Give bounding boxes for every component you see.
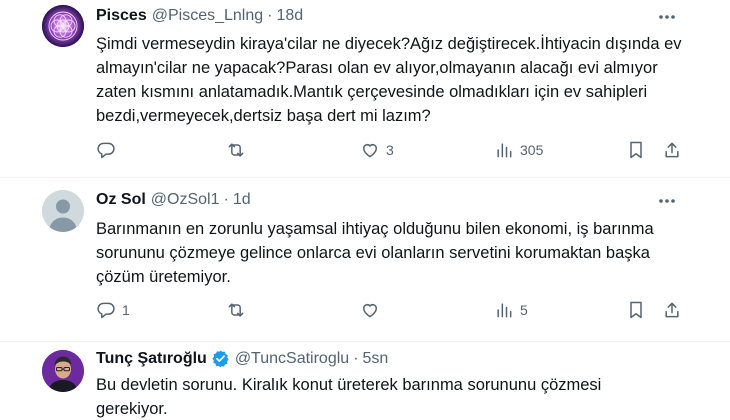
like-button[interactable]: 3 [360, 140, 394, 160]
portrait-avatar-icon [42, 350, 84, 392]
retweet-icon [228, 303, 244, 317]
retweet-button[interactable] [226, 140, 252, 160]
reply-button[interactable] [96, 140, 122, 160]
author-name[interactable]: Pisces [96, 7, 147, 25]
like-count: 3 [386, 142, 394, 158]
separator-dot: · [267, 7, 273, 24]
timestamp[interactable]: 18d [276, 7, 303, 25]
reply-button[interactable]: 1 [96, 300, 130, 320]
like-icon [363, 144, 377, 158]
reply-icon [97, 302, 115, 319]
mandala-avatar-icon [42, 5, 84, 47]
avatar[interactable] [42, 5, 84, 47]
verified-badge-icon [212, 350, 229, 368]
bookmark-button[interactable] [626, 300, 646, 320]
retweet-icon [228, 143, 244, 157]
tweet-text: Barınmanın en zorunlu yaşamsal ihtiyaç o… [96, 220, 654, 286]
share-icon [665, 302, 679, 318]
default-profile-icon [42, 190, 84, 232]
separator-dot: · [223, 191, 229, 208]
share-button[interactable] [662, 140, 682, 160]
like-icon [363, 304, 377, 318]
tweet-text: Bu devletin sorunu. Kiralık konut üreter… [96, 376, 602, 418]
view-count: 305 [520, 142, 544, 158]
action-bar: 3 305 [96, 140, 686, 162]
views-button[interactable]: 305 [494, 140, 543, 160]
bookmark-button[interactable] [626, 140, 646, 160]
timestamp[interactable]: 1d [233, 191, 251, 209]
timestamp[interactable]: 5sn [363, 350, 389, 368]
reply-icon [97, 142, 115, 159]
views-icon [497, 143, 512, 158]
tweet-text: Şimdi vermeseydin kiraya'cilar ne diyece… [96, 35, 682, 125]
avatar[interactable] [42, 350, 84, 392]
separator-dot: · [353, 349, 359, 367]
tweet-oz-sol[interactable]: Oz Sol @OzSol1 · 1d Barınmanın en zorunl… [0, 178, 730, 341]
view-count: 5 [520, 302, 528, 318]
action-bar: 1 5 [96, 300, 686, 322]
bookmark-icon [630, 301, 642, 319]
reply-count: 1 [122, 302, 130, 318]
like-button[interactable] [360, 300, 386, 320]
author-handle[interactable]: @TuncSatiroglu [235, 350, 349, 368]
author-handle[interactable]: @Pisces_Lnlng [152, 7, 263, 25]
avatar[interactable] [42, 190, 84, 232]
bookmark-icon [630, 141, 642, 159]
views-icon [497, 303, 512, 318]
tweet-tunc-satiroglu[interactable]: Tunç Şatıroğlu @TuncSatiroglu · 5sn Bu d… [0, 342, 730, 420]
tweet-pisces[interactable]: Pisces @Pisces_Lnlng · 18d Şimdi vermese… [0, 0, 730, 177]
retweet-button[interactable] [226, 300, 252, 320]
author-handle[interactable]: @OzSol1 [151, 191, 220, 209]
views-button[interactable]: 5 [494, 300, 528, 320]
more-icon[interactable] [656, 190, 678, 212]
author-name[interactable]: Oz Sol [96, 191, 146, 209]
author-name[interactable]: Tunç Şatıroğlu [96, 350, 207, 368]
share-icon [665, 142, 679, 158]
share-button[interactable] [662, 300, 682, 320]
more-icon[interactable] [656, 6, 678, 28]
